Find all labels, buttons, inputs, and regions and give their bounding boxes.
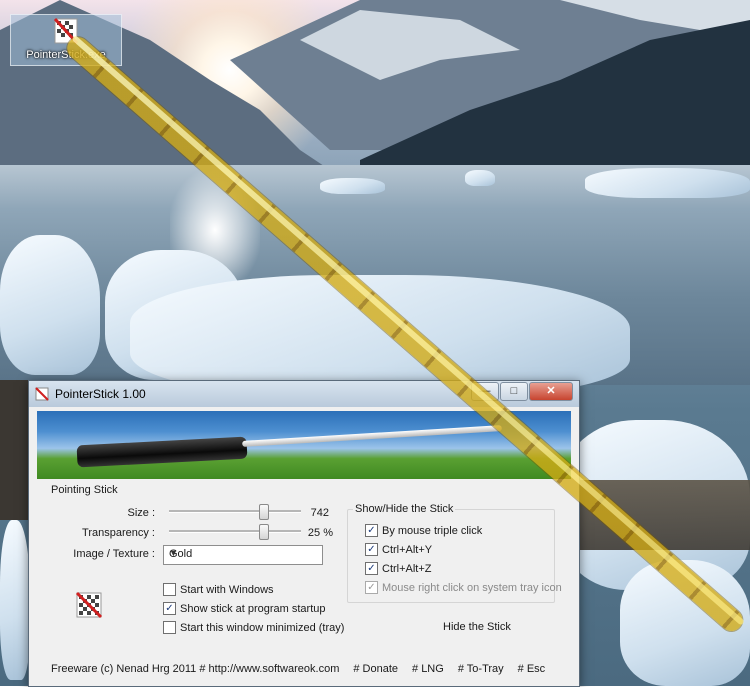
transparency-value: 25 % [307,527,333,539]
transparency-slider-track [169,530,301,533]
transparency-slider-thumb[interactable] [259,524,270,540]
escape-link[interactable]: # Esc [518,663,546,675]
start-with-windows-checkbox[interactable]: Start with Windows [163,583,274,596]
donate-link[interactable]: # Donate [353,663,398,675]
size-slider[interactable] [169,504,301,520]
ctrl-alt-z-checkbox[interactable]: ✓ Ctrl+Alt+Z [365,562,432,575]
checkbox-box[interactable]: ✓ [365,543,378,556]
window-title: PointerStick 1.00 [55,387,146,401]
checkbox-label: Show stick at program startup [180,602,326,615]
transparency-slider[interactable] [169,524,301,540]
checkbox-label: Ctrl+Alt+Z [382,562,432,575]
checkbox-box[interactable]: ✓ [365,562,378,575]
ctrl-alt-y-checkbox[interactable]: ✓ Ctrl+Alt+Y [365,543,432,556]
checkbox-label: Mouse right click on system tray icon [382,581,562,594]
checkbox-box: ✓ [365,581,378,594]
size-slider-thumb[interactable] [259,504,270,520]
checkbox-box[interactable] [163,583,176,596]
size-label: Size : [127,507,155,519]
to-tray-link[interactable]: # To-Tray [458,663,504,675]
checkbox-box[interactable] [163,621,176,634]
ice-floe [0,520,30,680]
ice-floe [130,275,630,395]
checkbox-label: Ctrl+Alt+Y [382,543,433,556]
maximize-button[interactable]: □ [500,382,528,401]
texture-label: Image / Texture : [73,548,155,560]
hide-stick-button[interactable]: Hide the Stick [443,621,511,633]
checkbox-label: Start this window minimized (tray) [180,621,345,634]
pointing-stick-group-label: Pointing Stick [51,484,118,496]
show-stick-startup-checkbox[interactable]: ✓ Show stick at program startup [163,602,326,615]
triple-click-checkbox[interactable]: ✓ By mouse triple click [365,524,482,537]
start-minimized-checkbox[interactable]: Start this window minimized (tray) [163,621,344,634]
size-value: 742 [310,507,329,519]
checkbox-label: Start with Windows [180,583,274,596]
ice-floe [585,168,750,198]
checkbox-label: By mouse triple click [382,524,483,537]
app-logo-icon [75,591,103,619]
banner-wand-handle [76,436,248,468]
language-link[interactable]: # LNG [412,663,444,675]
close-button[interactable]: ✕ [529,382,573,401]
checkbox-box[interactable]: ✓ [365,524,378,537]
texture-dropdown[interactable]: Gold ▼ [163,545,323,565]
showhide-group-label: Show/Hide the Stick [353,503,456,515]
size-slider-track [169,510,301,513]
copyright-link[interactable]: Freeware (c) Nenad Hrg 2011 # http://www… [51,663,339,675]
ice-floe [0,235,100,375]
rocky-shore [0,380,30,520]
app-title-icon [35,387,49,401]
tray-right-click-checkbox: ✓ Mouse right click on system tray icon [365,581,562,594]
transparency-label: Transparency : [82,527,155,539]
banner-wand-rod [242,425,502,447]
ice-floe [465,170,495,186]
chevron-down-icon: ▼ [169,548,178,558]
checkbox-box[interactable]: ✓ [163,602,176,615]
ice-floe [320,178,385,194]
footer-bar: Freeware (c) Nenad Hrg 2011 # http://www… [37,659,571,679]
